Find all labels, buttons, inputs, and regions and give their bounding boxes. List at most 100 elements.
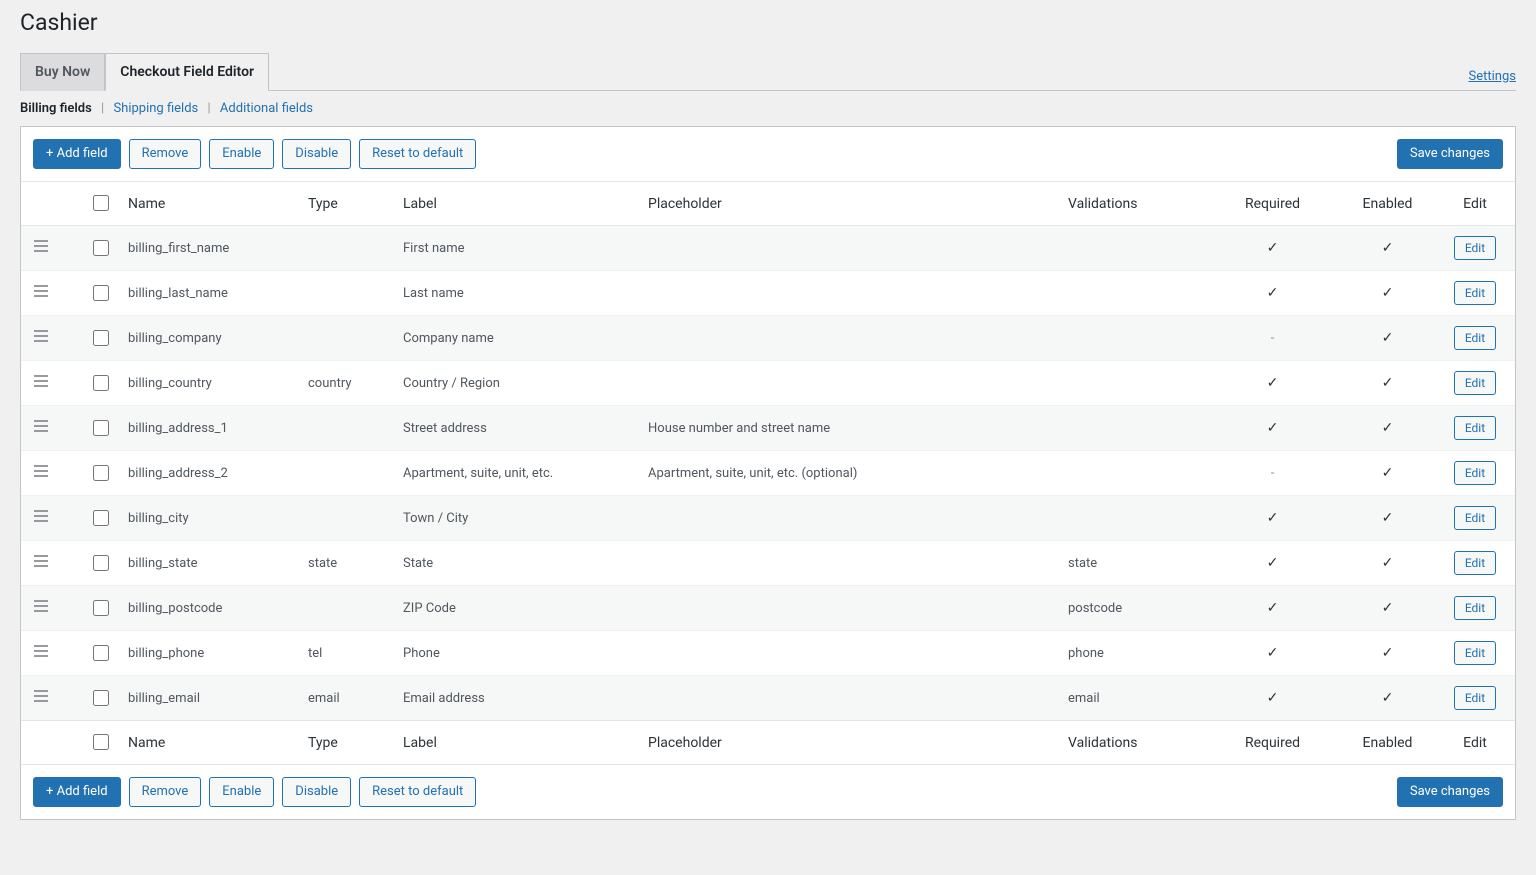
disable-button[interactable]: Disable [282,777,351,807]
row-label: Phone [395,631,640,676]
row-name: billing_country [120,361,300,406]
reset-button[interactable]: Reset to default [359,777,476,807]
drag-handle-icon[interactable] [33,419,49,433]
remove-button[interactable]: Remove [129,777,202,807]
row-checkbox[interactable] [93,645,109,661]
col-header-type: Type [300,182,395,226]
table-row: billing_last_nameLast name✓✓Edit [21,271,1515,316]
drag-handle-icon[interactable] [33,329,49,343]
check-icon: ✓ [1382,465,1394,481]
edit-button[interactable]: Edit [1454,686,1496,710]
edit-button[interactable]: Edit [1454,281,1496,305]
enable-button[interactable]: Enable [209,139,274,169]
section-link-additional[interactable]: Additional fields [220,101,313,116]
drag-handle-icon[interactable] [33,644,49,658]
fields-table: Name Type Label Placeholder Validations … [21,181,1515,765]
row-checkbox[interactable] [93,510,109,526]
row-label: Company name [395,316,640,361]
tab-checkout-field-editor[interactable]: Checkout Field Editor [105,53,269,91]
save-changes-button[interactable]: Save changes [1397,777,1503,807]
enable-button[interactable]: Enable [209,777,274,807]
row-checkbox[interactable] [93,420,109,436]
table-row: billing_countrycountryCountry / Region✓✓… [21,361,1515,406]
row-checkbox[interactable] [93,285,109,301]
col-header-drag [21,182,61,226]
row-validations [1060,406,1215,451]
save-changes-button[interactable]: Save changes [1397,139,1503,169]
toolbar-top: + Add field Remove Enable Disable Reset … [21,127,1515,181]
add-field-button[interactable]: + Add field [33,139,121,169]
add-field-button[interactable]: + Add field [33,777,121,807]
row-validations [1060,226,1215,271]
table-row: billing_address_1Street addressHouse num… [21,406,1515,451]
row-checkbox[interactable] [93,555,109,571]
drag-handle-icon[interactable] [33,374,49,388]
row-required: ✓ [1215,631,1330,676]
row-type [300,586,395,631]
select-all-checkbox-bottom[interactable] [93,734,109,750]
select-all-checkbox-top[interactable] [93,195,109,211]
edit-button[interactable]: Edit [1454,551,1496,575]
drag-handle-icon[interactable] [33,599,49,613]
row-name: billing_last_name [120,271,300,316]
drag-handle-icon[interactable] [33,509,49,523]
check-icon: ✓ [1267,555,1279,571]
drag-handle-icon[interactable] [33,464,49,478]
row-validations: phone [1060,631,1215,676]
row-checkbox[interactable] [93,600,109,616]
check-icon: ✓ [1382,510,1394,526]
edit-button[interactable]: Edit [1454,326,1496,350]
row-validations: email [1060,676,1215,721]
col-footer-edit: Edit [1445,721,1515,765]
table-row: billing_companyCompany name-✓Edit [21,316,1515,361]
edit-button[interactable]: Edit [1454,596,1496,620]
col-header-name: Name [120,182,300,226]
row-checkbox[interactable] [93,690,109,706]
row-placeholder [640,271,1060,316]
row-label: Town / City [395,496,640,541]
disable-button[interactable]: Disable [282,139,351,169]
row-name: billing_postcode [120,586,300,631]
check-icon: ✓ [1382,600,1394,616]
reset-button[interactable]: Reset to default [359,139,476,169]
section-link-shipping[interactable]: Shipping fields [113,101,198,116]
row-checkbox[interactable] [93,375,109,391]
row-name: billing_city [120,496,300,541]
drag-handle-icon[interactable] [33,284,49,298]
row-validations: postcode [1060,586,1215,631]
col-header-enabled: Enabled [1330,182,1445,226]
check-icon: ✓ [1382,240,1394,256]
col-header-edit: Edit [1445,182,1515,226]
check-icon: ✓ [1382,645,1394,661]
row-checkbox[interactable] [93,240,109,256]
remove-button[interactable]: Remove [129,139,202,169]
row-type [300,406,395,451]
edit-button[interactable]: Edit [1454,416,1496,440]
row-name: billing_phone [120,631,300,676]
drag-handle-icon[interactable] [33,689,49,703]
row-placeholder [640,361,1060,406]
section-link-billing[interactable]: Billing fields [20,101,92,116]
field-panel: + Add field Remove Enable Disable Reset … [20,126,1516,820]
drag-handle-icon[interactable] [33,239,49,253]
row-enabled: ✓ [1330,676,1445,721]
row-label: ZIP Code [395,586,640,631]
row-required: ✓ [1215,496,1330,541]
col-footer-enabled: Enabled [1330,721,1445,765]
col-header-required: Required [1215,182,1330,226]
edit-button[interactable]: Edit [1454,371,1496,395]
drag-handle-icon[interactable] [33,554,49,568]
row-checkbox[interactable] [93,465,109,481]
row-required: ✓ [1215,406,1330,451]
edit-button[interactable]: Edit [1454,461,1496,485]
edit-button[interactable]: Edit [1454,506,1496,530]
row-placeholder [640,496,1060,541]
row-label: Apartment, suite, unit, etc. [395,451,640,496]
tab-buy-now[interactable]: Buy Now [20,53,105,91]
row-name: billing_state [120,541,300,586]
edit-button[interactable]: Edit [1454,236,1496,260]
row-checkbox[interactable] [93,330,109,346]
settings-link[interactable]: Settings [1469,69,1516,90]
check-icon: ✓ [1267,420,1279,436]
edit-button[interactable]: Edit [1454,641,1496,665]
